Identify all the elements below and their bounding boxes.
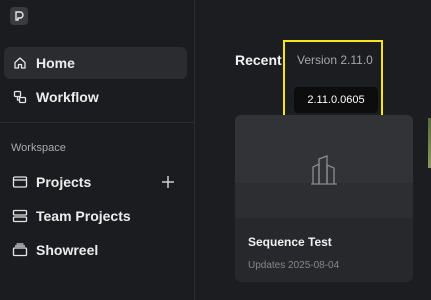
app-logo[interactable] — [10, 7, 28, 25]
project-card-updated: Updates 2025-08-04 — [248, 260, 340, 271]
server-icon — [12, 208, 28, 224]
sidebar-item-workflow[interactable]: Workflow — [4, 81, 187, 113]
sidebar-divider — [0, 122, 194, 123]
add-project-button[interactable] — [160, 174, 176, 190]
showreel-icon — [12, 242, 28, 258]
sidebar-item-label: Home — [36, 55, 75, 71]
main-content: Recent Version 2.11.0 2.11.0.0605 Sequen… — [195, 0, 431, 300]
sidebar: Home Workflow Workspace Projects Team Pr… — [0, 0, 195, 300]
sidebar-item-home[interactable]: Home — [4, 47, 187, 79]
sidebar-item-label: Projects — [36, 174, 92, 190]
sidebar-item-team-projects[interactable]: Team Projects — [4, 200, 187, 232]
version-label[interactable]: Version 2.11.0 — [297, 53, 373, 67]
project-thumbnail — [235, 115, 413, 218]
project-card[interactable]: Sequence Test Updates 2025-08-04 — [235, 115, 413, 282]
recent-title: Recent — [235, 52, 282, 68]
sidebar-item-showreel[interactable]: Showreel — [4, 234, 187, 266]
home-icon — [12, 55, 28, 71]
workflow-icon — [12, 89, 28, 105]
building-icon — [311, 155, 337, 185]
project-card-title: Sequence Test — [248, 235, 332, 249]
version-tooltip: 2.11.0.0605 — [294, 87, 378, 113]
sidebar-item-label: Team Projects — [36, 208, 131, 224]
plus-icon — [162, 176, 174, 188]
sidebar-item-label: Workflow — [36, 89, 99, 105]
section-label-workspace: Workspace — [11, 142, 66, 154]
logo-icon — [15, 11, 24, 21]
sidebar-item-label: Showreel — [36, 242, 99, 258]
folder-icon — [12, 174, 28, 190]
app-window: Home Workflow Workspace Projects Team Pr… — [0, 0, 431, 300]
